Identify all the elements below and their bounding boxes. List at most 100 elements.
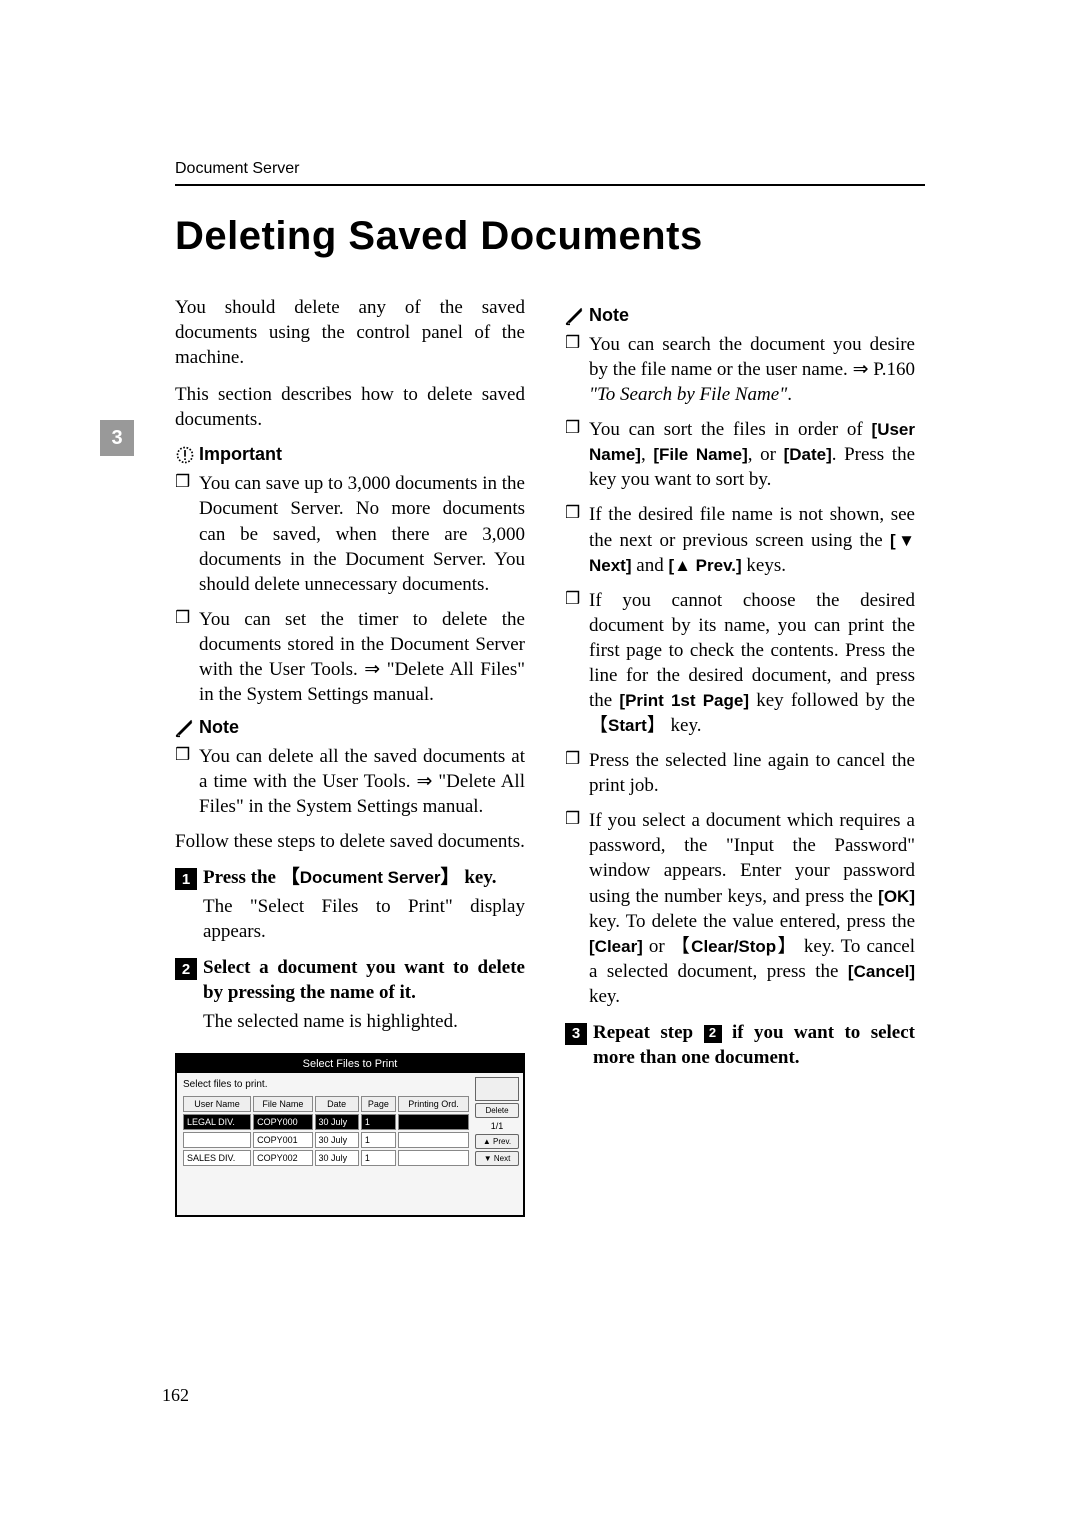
t: You can sort the files in order of bbox=[589, 419, 872, 440]
t: or bbox=[643, 936, 671, 957]
note-item: Press the selected line again to cancel … bbox=[565, 748, 915, 798]
lcd-body: Select files to print. User Name File Na… bbox=[177, 1073, 523, 1215]
t: . bbox=[787, 384, 792, 405]
note-item: If you cannot choose the desired documen… bbox=[565, 588, 915, 738]
cell-user bbox=[183, 1132, 251, 1148]
t: key. bbox=[666, 715, 702, 736]
left-column: You should delete any of the saved docum… bbox=[175, 295, 525, 1217]
note-item: You can sort the files in order of [User… bbox=[565, 417, 915, 492]
t: If you select a document which requires … bbox=[589, 810, 915, 906]
cell-user: SALES DIV. bbox=[183, 1150, 251, 1166]
step-1-pre: Press the bbox=[203, 867, 281, 888]
t: Repeat step bbox=[593, 1022, 704, 1043]
bracket-close: 】 bbox=[647, 715, 666, 736]
step-2-body: The selected name is highlighted. bbox=[203, 1010, 525, 1035]
bracket-open: 【 bbox=[671, 936, 691, 957]
col-printing-order[interactable]: Printing Ord. bbox=[398, 1096, 469, 1112]
lcd-main: Select files to print. User Name File Na… bbox=[181, 1077, 471, 1207]
chapter-tab: 3 bbox=[100, 420, 134, 456]
table-row[interactable]: SALES DIV. COPY002 30 July 1 bbox=[183, 1150, 469, 1166]
cell-page: 1 bbox=[361, 1132, 396, 1148]
col-file[interactable]: File Name bbox=[253, 1096, 312, 1112]
step-1-post: key. bbox=[460, 867, 497, 888]
table-header-row: User Name File Name Date Page Printing O… bbox=[183, 1096, 469, 1112]
bracket-open: 【 bbox=[589, 715, 608, 736]
document-server-key: Document Server bbox=[300, 868, 441, 887]
important-list: You can save up to 3,000 documents in th… bbox=[175, 471, 525, 707]
page-title: Deleting Saved Documents bbox=[175, 214, 925, 259]
cell-user: LEGAL DIV. bbox=[183, 1114, 251, 1130]
step-2-head: Select a document you want to delete by … bbox=[203, 956, 525, 1005]
next-button[interactable]: ▼ Next bbox=[475, 1151, 519, 1166]
important-icon bbox=[175, 445, 195, 465]
page: 3 Document Server Deleting Saved Documen… bbox=[0, 0, 1080, 1526]
t: , or bbox=[748, 444, 784, 465]
cell-page: 1 bbox=[361, 1114, 396, 1130]
note-text: Note bbox=[589, 305, 629, 326]
cell-date: 30 July bbox=[315, 1150, 359, 1166]
step-2: 2 Select a document you want to delete b… bbox=[175, 956, 525, 1005]
page-indicator: 1/1 bbox=[475, 1120, 519, 1132]
intro-para-1: You should delete any of the saved docum… bbox=[175, 295, 525, 370]
start-key: Start bbox=[608, 716, 647, 735]
lcd-subtitle: Select files to print. bbox=[183, 1079, 471, 1090]
prev-key: [▲ Prev.] bbox=[668, 556, 741, 575]
right-column: Note You can search the document you des… bbox=[565, 295, 915, 1217]
cell-order bbox=[398, 1150, 469, 1166]
lcd-screenshot: Select Files to Print Select files to pr… bbox=[175, 1053, 525, 1217]
step-1-head: Press the 【Document Server】 key. bbox=[203, 866, 497, 891]
cell-date: 30 July bbox=[315, 1132, 359, 1148]
note-label: Note bbox=[565, 305, 915, 326]
running-head: Document Server bbox=[175, 160, 925, 178]
important-item: You can set the timer to delete the docu… bbox=[175, 607, 525, 707]
t: , bbox=[641, 444, 653, 465]
header-rule bbox=[175, 184, 925, 186]
lead-para: Follow these steps to delete saved docum… bbox=[175, 829, 525, 854]
t: keys. bbox=[742, 555, 786, 576]
cell-file: COPY002 bbox=[253, 1150, 312, 1166]
bracket-close: 】 bbox=[776, 936, 798, 957]
clear-stop-key: Clear/Stop bbox=[691, 937, 776, 956]
two-columns: You should delete any of the saved docum… bbox=[175, 295, 925, 1217]
step-1: 1 Press the 【Document Server】 key. bbox=[175, 866, 525, 891]
cell-order bbox=[398, 1114, 469, 1130]
t: You can search the document you desire b… bbox=[589, 334, 915, 380]
lcd-side: Delete 1/1 ▲ Prev. ▼ Next bbox=[475, 1077, 519, 1207]
note-list: You can delete all the saved documents a… bbox=[175, 744, 525, 819]
file-table: User Name File Name Date Page Printing O… bbox=[181, 1094, 471, 1168]
delete-button[interactable]: Delete bbox=[475, 1103, 519, 1118]
note-item: If you select a document which requires … bbox=[565, 808, 915, 1009]
note-icon bbox=[175, 718, 195, 738]
cell-file: COPY001 bbox=[253, 1132, 312, 1148]
note-text: Note bbox=[199, 717, 239, 738]
step-number-icon: 1 bbox=[175, 868, 197, 890]
scroll-icon[interactable] bbox=[475, 1077, 519, 1101]
prev-button[interactable]: ▲ Prev. bbox=[475, 1134, 519, 1149]
col-page[interactable]: Page bbox=[361, 1096, 396, 1112]
lcd-title: Select Files to Print bbox=[177, 1055, 523, 1073]
t: and bbox=[632, 555, 669, 576]
t: key. bbox=[589, 986, 620, 1007]
bracket-open: 【 bbox=[281, 867, 300, 888]
table-row[interactable]: COPY001 30 July 1 bbox=[183, 1132, 469, 1148]
note-label: Note bbox=[175, 717, 525, 738]
step-number-icon: 3 bbox=[565, 1023, 587, 1045]
cell-order bbox=[398, 1132, 469, 1148]
cancel-key: [Cancel] bbox=[848, 962, 915, 981]
step-number-icon: 2 bbox=[175, 958, 197, 980]
table-row[interactable]: LEGAL DIV. COPY000 30 July 1 bbox=[183, 1114, 469, 1130]
t: key. To delete the value entered, press … bbox=[589, 911, 915, 932]
cell-file: COPY000 bbox=[253, 1114, 312, 1130]
step-3: 3 Repeat step 2 if you want to select mo… bbox=[565, 1021, 915, 1070]
col-date[interactable]: Date bbox=[315, 1096, 359, 1112]
note-item: If the desired file name is not shown, s… bbox=[565, 502, 915, 577]
step-1-body: The "Select Files to Print" display appe… bbox=[203, 895, 525, 944]
step-ref-icon: 2 bbox=[704, 1025, 722, 1043]
file-name-key: [File Name] bbox=[653, 445, 747, 464]
important-item: You can save up to 3,000 documents in th… bbox=[175, 471, 525, 596]
cell-page: 1 bbox=[361, 1150, 396, 1166]
t: key followed by the bbox=[749, 690, 915, 711]
print-1st-page-key: [Print 1st Page] bbox=[619, 691, 749, 710]
clear-key: [Clear] bbox=[589, 937, 643, 956]
col-user[interactable]: User Name bbox=[183, 1096, 251, 1112]
